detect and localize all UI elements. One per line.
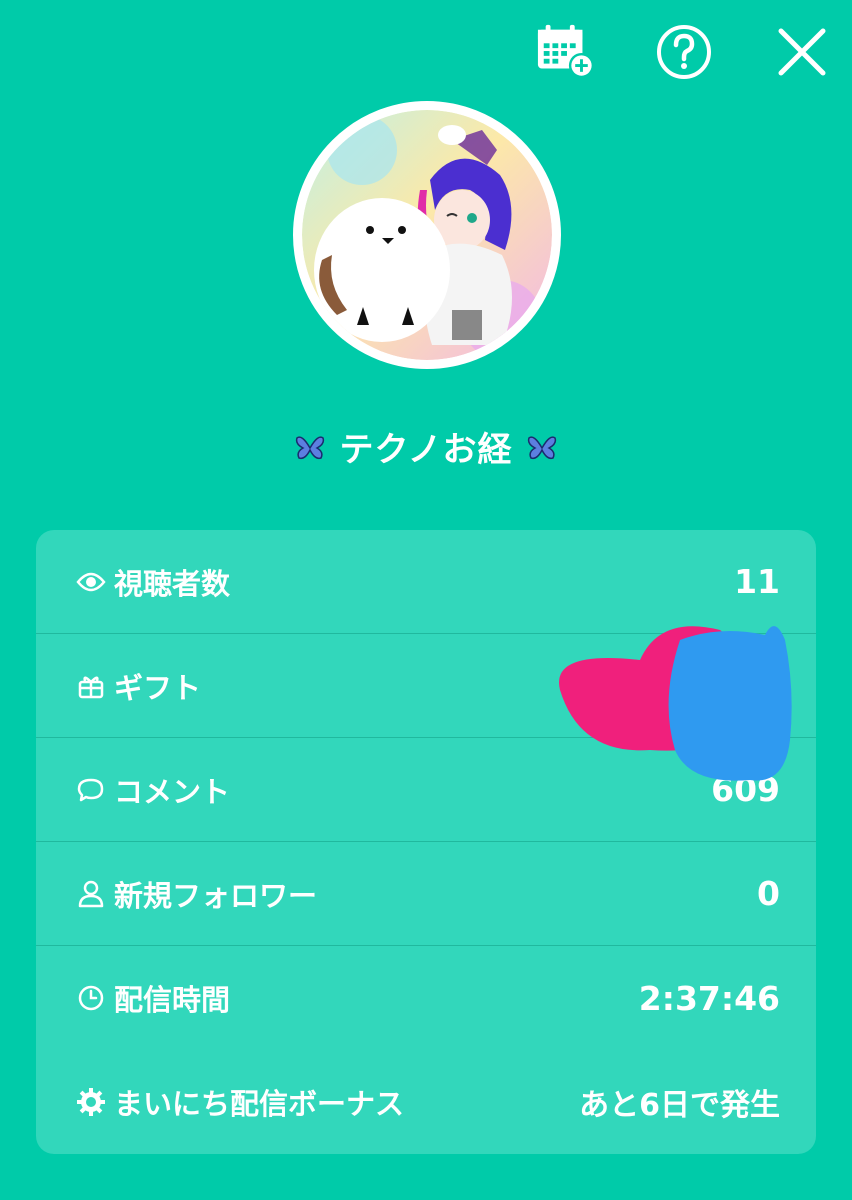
- person-icon: [76, 879, 106, 909]
- calendar-add-icon: [537, 24, 595, 79]
- calendar-add-button[interactable]: [536, 22, 596, 82]
- close-icon: [778, 28, 826, 76]
- gifts-label: ギフト: [114, 670, 202, 705]
- clock-icon: [76, 983, 106, 1013]
- comments-label: コメント: [114, 774, 231, 809]
- new-followers-value: 0: [757, 874, 780, 913]
- new-followers-label: 新規フォロワー: [114, 878, 318, 913]
- username: テクノお経: [0, 422, 852, 471]
- profile-avatar[interactable]: [293, 101, 561, 369]
- question-circle-icon: [657, 25, 711, 79]
- gift-icon: [76, 671, 106, 701]
- stat-row-duration: 配信時間 2:37:46: [36, 946, 816, 1050]
- daily-bonus-value: あと6日で発生: [579, 1088, 780, 1123]
- stat-row-comments: コメント 609: [36, 738, 816, 842]
- username-text: テクノお経: [339, 430, 513, 470]
- speech-bubble-icon: [76, 775, 106, 805]
- top-bar: [0, 0, 852, 100]
- avatar-illustration: [302, 110, 552, 360]
- duration-label: 配信時間: [114, 983, 231, 1017]
- stat-row-new-followers: 新規フォロワー 0: [36, 842, 816, 946]
- stat-row-viewers: 視聴者数 11: [36, 530, 816, 634]
- viewers-value: 11: [734, 562, 780, 601]
- bonus-gear-icon: [76, 1087, 106, 1117]
- duration-value: 2:37:46: [638, 978, 780, 1018]
- viewers-label: 視聴者数: [114, 566, 231, 601]
- close-button[interactable]: [772, 22, 832, 82]
- stat-row-daily-bonus[interactable]: まいにち配信ボーナス あと6日で発生: [36, 1050, 816, 1154]
- stat-row-gifts: ギフト: [36, 634, 816, 738]
- stream-stats-card: 視聴者数 11 ギフト コメント 609 新規フォロワー 0 配信時間 2:37…: [36, 530, 816, 1154]
- daily-bonus-label: まいにち配信ボーナス: [114, 1087, 405, 1121]
- butterfly-icon: [295, 430, 338, 470]
- eye-icon: [76, 567, 106, 597]
- butterfly-icon: [514, 430, 557, 470]
- help-button[interactable]: [654, 22, 714, 82]
- comments-value: 609: [711, 770, 780, 809]
